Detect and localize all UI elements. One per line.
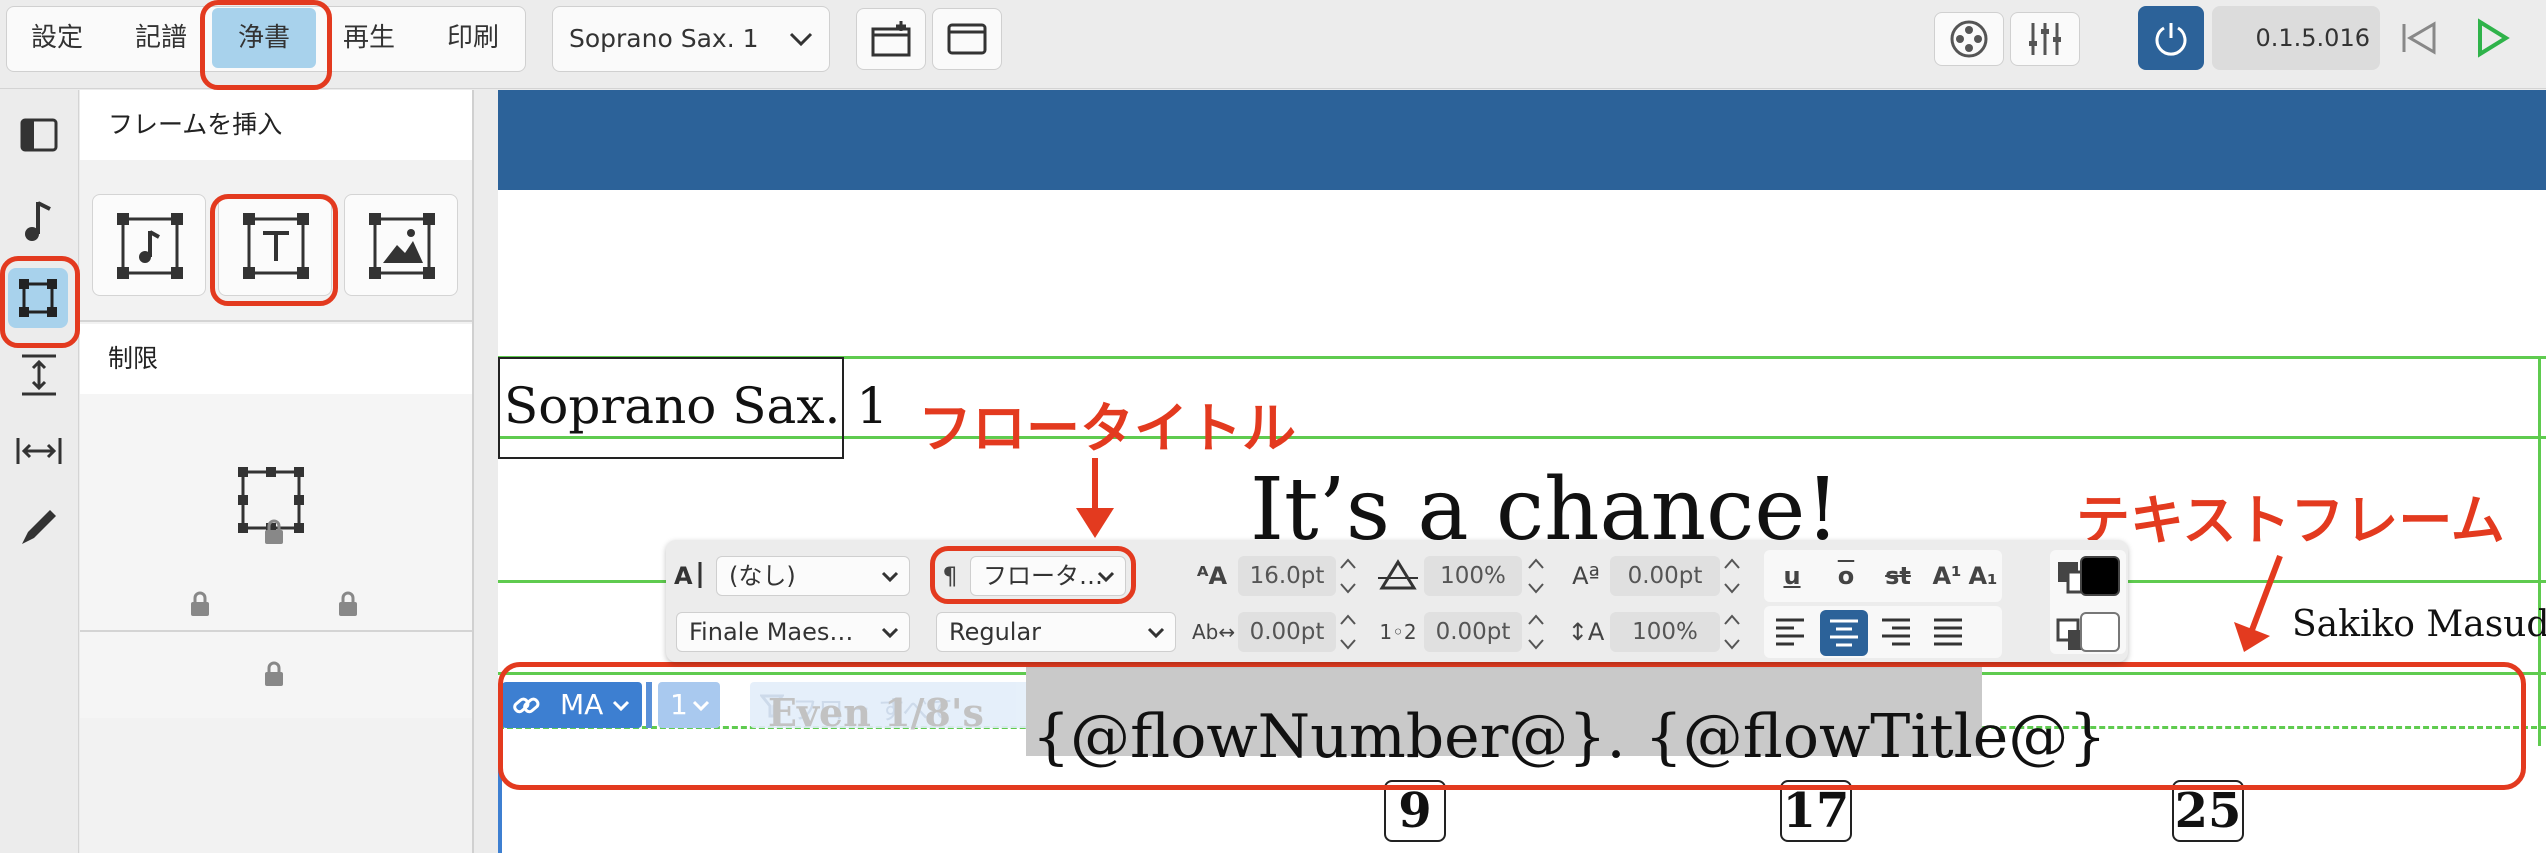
background-color-swatch[interactable] [2080, 612, 2120, 652]
annotation-arrow-down [1076, 458, 1114, 538]
align-left-icon[interactable] [1772, 614, 1808, 650]
character-spacing-icon: Ab↔ [1192, 620, 1236, 644]
panel-divider [80, 320, 472, 322]
svg-text:A: A [674, 562, 693, 590]
layout-selector-value: Soprano Sax. 1 [569, 24, 759, 53]
superscript-button[interactable]: A¹ [1928, 556, 1966, 596]
font-weight-value: Regular [949, 618, 1042, 646]
font-size-icon: ᴬA [1196, 562, 1228, 590]
lock-left-icon[interactable] [188, 590, 212, 618]
align-right-icon[interactable] [1878, 614, 1914, 650]
overline-button[interactable]: o [1824, 556, 1868, 596]
insert-frame-heading: フレームを挿入 [80, 90, 472, 160]
new-tab-button[interactable] [856, 8, 926, 70]
constraint-diagram [238, 467, 304, 533]
graphic-edit-icon[interactable] [12, 500, 66, 554]
mode-setup-button[interactable]: 設定 [14, 8, 100, 68]
annotation-ring-engrave [200, 0, 332, 90]
scale-icon [1378, 559, 1418, 590]
annotation-label-text-frame: テキストフレーム [2076, 489, 2505, 552]
underline-button[interactable]: u [1770, 556, 1814, 596]
baseline-shift-value[interactable]: 0.00pt [1610, 556, 1720, 596]
frames-panel: フレームを挿入 制限 [80, 90, 474, 853]
window-icon [947, 23, 987, 55]
music-frame-icon [117, 213, 183, 279]
page-header-band [498, 90, 2546, 190]
lock-bottom-icon[interactable] [262, 660, 286, 688]
chevron-down-icon [789, 32, 813, 47]
word-spacing-value[interactable]: 0.00pt [1424, 612, 1522, 652]
horizontal-spacing-icon[interactable] [12, 424, 66, 478]
new-tab-icon [871, 21, 911, 57]
constraints-editor [80, 394, 472, 718]
chevron-down-icon [881, 571, 899, 583]
mode-print-button[interactable]: 印刷 [430, 8, 516, 68]
text-color-swatch[interactable] [2080, 556, 2120, 596]
mode-write-button[interactable]: 記譜 [118, 8, 204, 68]
part-name-frame[interactable]: Soprano Sax. 1 [498, 357, 888, 459]
annotation-ring-text-frame [498, 662, 2526, 790]
film-reel-icon [1950, 20, 1988, 58]
music-note-icon[interactable] [12, 194, 66, 248]
text-style-icon: A [674, 562, 702, 590]
line-spacing-icon: ↕A [1567, 618, 1605, 646]
baseline-shift-icon: Aª [1572, 562, 1600, 590]
video-button[interactable] [1934, 12, 2004, 66]
word-spacing-icon: 1◦2 [1379, 620, 1417, 644]
power-icon [2155, 23, 2187, 56]
graphic-frame-icon [369, 213, 435, 279]
stepper-icon[interactable] [1338, 610, 1358, 654]
chevron-down-icon [1147, 627, 1165, 639]
subscript-button[interactable]: A₁ [1964, 556, 2002, 596]
mixer-button[interactable] [2010, 12, 2080, 66]
font-size-value[interactable]: 16.0pt [1238, 556, 1336, 596]
panel-divider-bottom [80, 630, 472, 632]
mode-play-button[interactable]: 再生 [326, 8, 412, 68]
lock-top-icon[interactable] [262, 518, 286, 546]
font-weight-select[interactable]: Regular [936, 612, 1176, 652]
constraints-heading: 制限 [80, 324, 472, 394]
annotation-ring-flow-style [930, 546, 1136, 604]
paragraph-style-value: (なし) [729, 562, 796, 590]
stepper-icon[interactable] [1526, 610, 1546, 654]
strikethrough-button[interactable]: st [1876, 556, 1920, 596]
line-spacing-value[interactable]: 100% [1610, 612, 1720, 652]
lock-right-icon[interactable] [336, 590, 360, 618]
scale-value[interactable]: 100% [1424, 556, 1522, 596]
part-name: Soprano Sax. 1 [504, 377, 889, 435]
layout-selector[interactable]: Soprano Sax. 1 [552, 6, 830, 72]
stepper-icon[interactable] [1722, 554, 1742, 598]
align-justify-icon[interactable] [1930, 614, 1966, 650]
text-properties-toolbar: A (なし) ¶ フロータ… ᴬA 16.0pt 100% Aª 0.00pt … [666, 540, 2128, 662]
version-text: 0.1.5.016 [2255, 24, 2370, 52]
insert-graphic-frame-button[interactable] [344, 194, 458, 296]
play-icon[interactable] [2472, 18, 2512, 58]
chevron-down-icon [881, 627, 899, 639]
window-button[interactable] [932, 8, 1002, 70]
character-spacing-value[interactable]: 0.00pt [1238, 612, 1336, 652]
stepper-icon[interactable] [1526, 554, 1546, 598]
version-display: 0.1.5.016 [2212, 6, 2380, 70]
vertical-spacing-icon[interactable] [12, 348, 66, 402]
align-center-button[interactable] [1820, 610, 1868, 656]
annotation-ring-frames-tool [0, 256, 80, 348]
font-family-select[interactable]: Finale Maes… [676, 612, 910, 652]
insert-music-frame-button[interactable] [92, 194, 206, 296]
frame-guide-vertical [2538, 356, 2541, 746]
rewind-to-start-icon[interactable] [2400, 20, 2440, 56]
annotation-arrow-down-left [2234, 554, 2283, 652]
stepper-icon[interactable] [1722, 610, 1742, 654]
stepper-icon[interactable] [1338, 554, 1358, 598]
font-family-value: Finale Maes… [689, 618, 854, 646]
composer-text[interactable]: Sakiko Masuda [2292, 604, 2546, 645]
annotation-label-flow-title: フロータイトル [918, 397, 1296, 460]
panel-toggle-icon[interactable] [12, 108, 66, 162]
align-center-icon [1830, 619, 1858, 647]
annotation-ring-text-frame-button [210, 194, 338, 306]
power-button[interactable] [2138, 6, 2204, 70]
mixer-icon [2029, 23, 2061, 55]
paragraph-style-select[interactable]: (なし) [716, 556, 910, 596]
